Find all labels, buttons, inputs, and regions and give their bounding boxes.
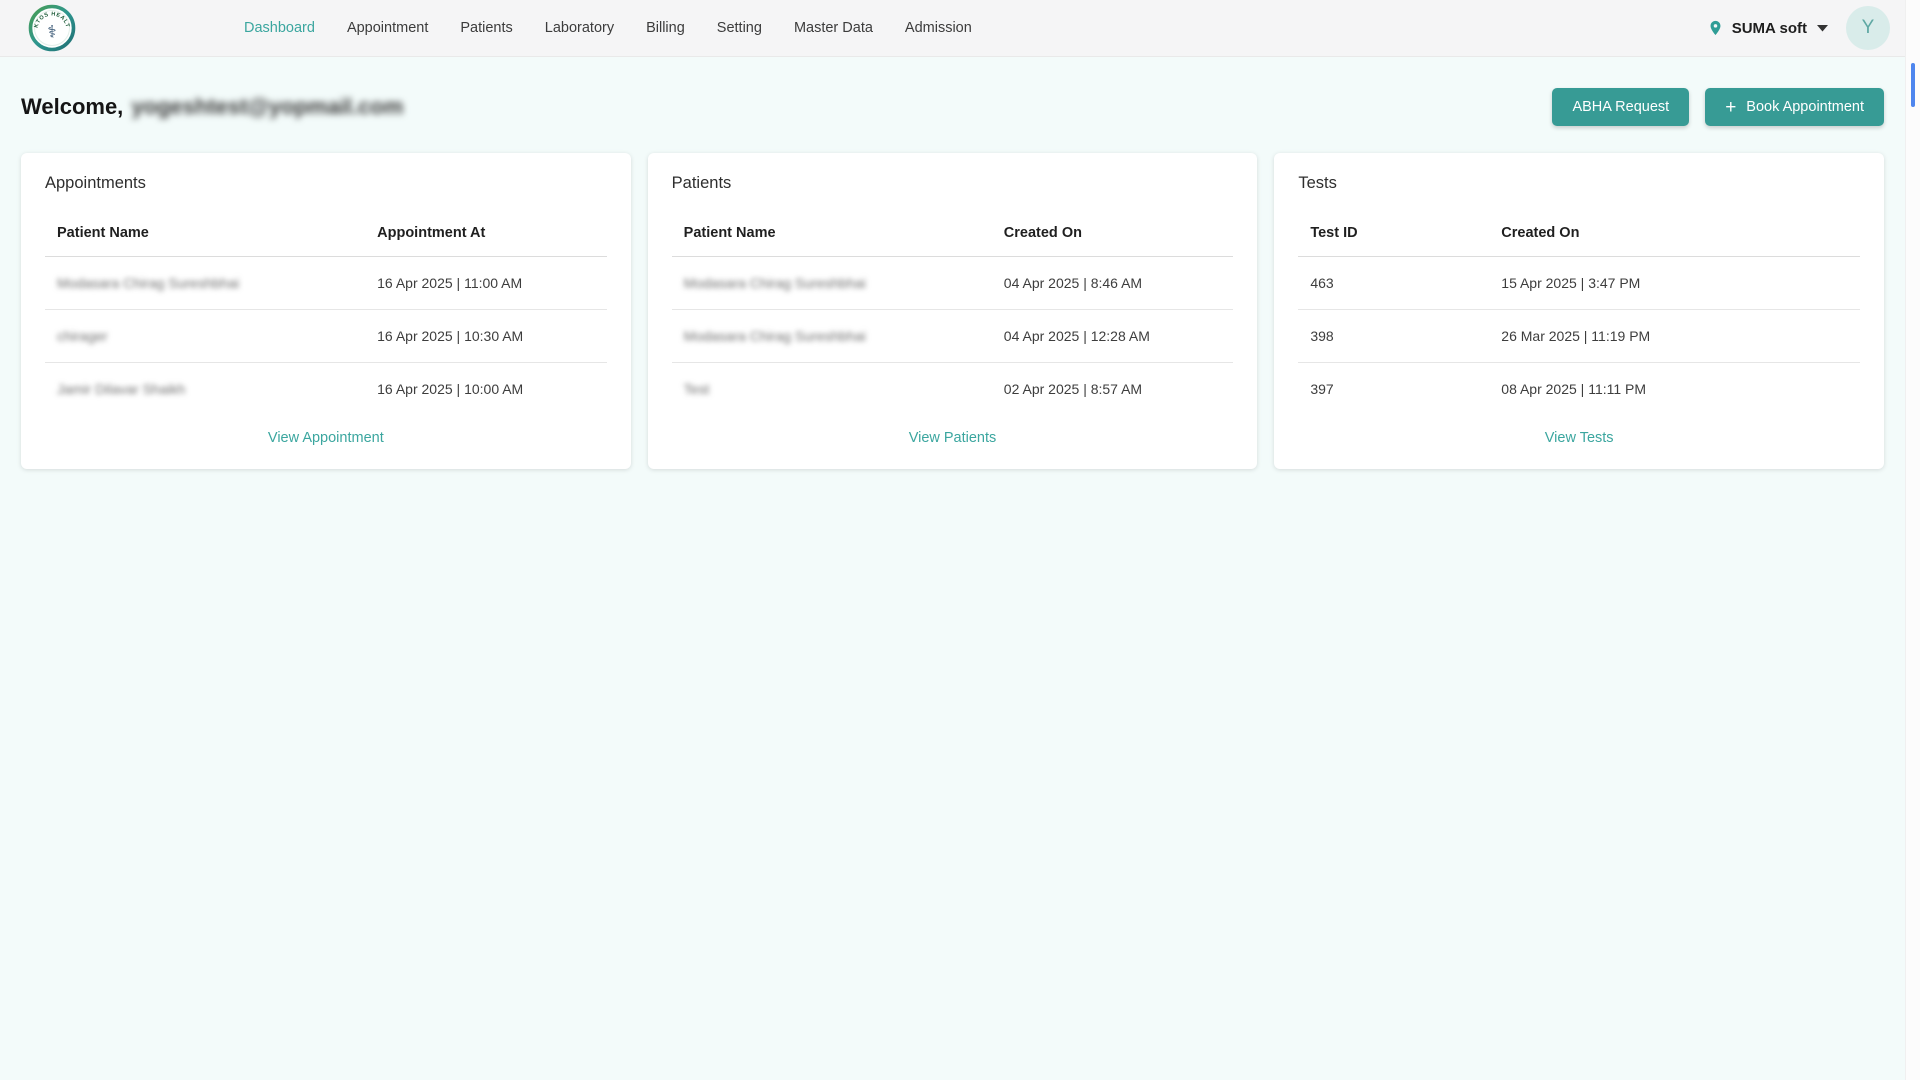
view-link[interactable]: View Tests — [1545, 430, 1614, 446]
cards-grid: Appointments Patient Name Appointment At… — [21, 153, 1884, 469]
abha-request-button[interactable]: ABHA Request — [1552, 88, 1689, 126]
column-header: Created On — [992, 217, 1234, 257]
card-footer: View Appointment — [45, 415, 607, 459]
card-tests: Tests Test ID Created On 463 15 Apr 2025… — [1274, 153, 1884, 469]
column-header: Appointment At — [365, 217, 607, 257]
user-email-blurred: yogeshtest@yopmail.com — [131, 94, 403, 120]
top-navbar: EKTOS HEALTH ⚕ Dashboard Appointment Patie… — [0, 0, 1920, 57]
card-footer: View Patients — [672, 415, 1234, 459]
cell-col1: Modasara Chirag Sureshbhai — [672, 257, 992, 310]
card-appointments: Appointments Patient Name Appointment At… — [21, 153, 631, 469]
view-link[interactable]: View Appointment — [268, 430, 384, 446]
location-pin-icon — [1707, 17, 1724, 39]
table-row: Test 02 Apr 2025 | 8:57 AM — [672, 363, 1234, 416]
cell-col1: chirager — [45, 310, 365, 363]
table-header-row: Patient Name Created On — [672, 217, 1234, 257]
column-header: Created On — [1489, 217, 1860, 257]
column-header: Patient Name — [45, 217, 365, 257]
card-table: Patient Name Created On Modasara Chirag … — [672, 217, 1234, 415]
cell-col1: Jamir Dilavar Shaikh — [45, 363, 365, 416]
column-header: Patient Name — [672, 217, 992, 257]
topbar-right: SUMA soft Y — [1707, 6, 1890, 50]
nav-item-patients[interactable]: Patients — [460, 20, 512, 36]
table-row: Modasara Chirag Sureshbhai 04 Apr 2025 |… — [672, 257, 1234, 310]
welcome-greeting: Welcome, — [21, 94, 123, 120]
table-row: Modasara Chirag Sureshbhai 16 Apr 2025 |… — [45, 257, 607, 310]
cell-col2: 26 Mar 2025 | 11:19 PM — [1489, 310, 1860, 363]
table-row: 397 08 Apr 2025 | 11:11 PM — [1298, 363, 1860, 416]
cell-col2: 04 Apr 2025 | 8:46 AM — [992, 257, 1234, 310]
table-row: chirager 16 Apr 2025 | 10:30 AM — [45, 310, 607, 363]
card-table: Patient Name Appointment At Modasara Chi… — [45, 217, 607, 415]
scrollbar-track[interactable] — [1905, 0, 1920, 1080]
user-avatar[interactable]: Y — [1846, 6, 1890, 50]
table-row: 463 15 Apr 2025 | 3:47 PM — [1298, 257, 1860, 310]
cell-col2: 04 Apr 2025 | 12:28 AM — [992, 310, 1234, 363]
column-header: Test ID — [1298, 217, 1489, 257]
cell-col2: 16 Apr 2025 | 10:30 AM — [365, 310, 607, 363]
table-row: 398 26 Mar 2025 | 11:19 PM — [1298, 310, 1860, 363]
cell-col1: 397 — [1298, 363, 1489, 416]
nav-item-dashboard[interactable]: Dashboard — [244, 20, 315, 36]
app-logo[interactable]: EKTOS HEALTH ⚕ — [28, 4, 76, 52]
table-header-row: Test ID Created On — [1298, 217, 1860, 257]
table-row: Modasara Chirag Sureshbhai 04 Apr 2025 |… — [672, 310, 1234, 363]
cell-col2: 02 Apr 2025 | 8:57 AM — [992, 363, 1234, 416]
main-nav: Dashboard Appointment Patients Laboratory Bi… — [244, 20, 972, 36]
cell-col2: 15 Apr 2025 | 3:47 PM — [1489, 257, 1860, 310]
cell-col2: 16 Apr 2025 | 10:00 AM — [365, 363, 607, 416]
nav-item-admission[interactable]: Admission — [905, 20, 972, 36]
nav-item-setting[interactable]: Setting — [717, 20, 762, 36]
cell-col1: 463 — [1298, 257, 1489, 310]
abha-request-label: ABHA Request — [1572, 99, 1669, 115]
chevron-down-icon — [1817, 25, 1828, 32]
card-table: Test ID Created On 463 15 Apr 2025 | 3:4… — [1298, 217, 1860, 415]
card-title: Patients — [672, 174, 1234, 193]
ektos-health-logo-icon: EKTOS HEALTH ⚕ — [28, 4, 76, 52]
location-dropdown[interactable] — [1817, 25, 1828, 32]
nav-item-appointment[interactable]: Appointment — [347, 20, 428, 36]
cell-col1: 398 — [1298, 310, 1489, 363]
cell-col2: 08 Apr 2025 | 11:11 PM — [1489, 363, 1860, 416]
caduceus-icon: ⚕ — [47, 23, 56, 42]
book-appointment-label: Book Appointment — [1746, 99, 1864, 115]
page-title: Welcome, yogeshtest@yopmail.com — [21, 94, 403, 120]
header-actions: ABHA Request + Book Appointment — [1552, 88, 1884, 126]
book-appointment-button[interactable]: + Book Appointment — [1705, 88, 1884, 126]
scrollbar-thumb[interactable] — [1911, 63, 1915, 107]
welcome-row: Welcome, yogeshtest@yopmail.com ABHA Req… — [21, 88, 1884, 126]
card-patients: Patients Patient Name Created On Modasar… — [648, 153, 1258, 469]
location-selector-label[interactable]: SUMA soft — [1732, 20, 1807, 37]
card-title: Appointments — [45, 174, 607, 193]
nav-item-laboratory[interactable]: Laboratory — [545, 20, 614, 36]
nav-item-billing[interactable]: Billing — [646, 20, 685, 36]
table-row: Jamir Dilavar Shaikh 16 Apr 2025 | 10:00… — [45, 363, 607, 416]
plus-icon: + — [1725, 98, 1736, 117]
table-header-row: Patient Name Appointment At — [45, 217, 607, 257]
card-title: Tests — [1298, 174, 1860, 193]
dashboard-main: Welcome, yogeshtest@yopmail.com ABHA Req… — [0, 88, 1905, 469]
cell-col2: 16 Apr 2025 | 11:00 AM — [365, 257, 607, 310]
card-footer: View Tests — [1298, 415, 1860, 459]
cell-col1: Modasara Chirag Sureshbhai — [672, 310, 992, 363]
cell-col1: Test — [672, 363, 992, 416]
cell-col1: Modasara Chirag Sureshbhai — [45, 257, 365, 310]
view-link[interactable]: View Patients — [909, 430, 997, 446]
nav-item-master-data[interactable]: Master Data — [794, 20, 873, 36]
